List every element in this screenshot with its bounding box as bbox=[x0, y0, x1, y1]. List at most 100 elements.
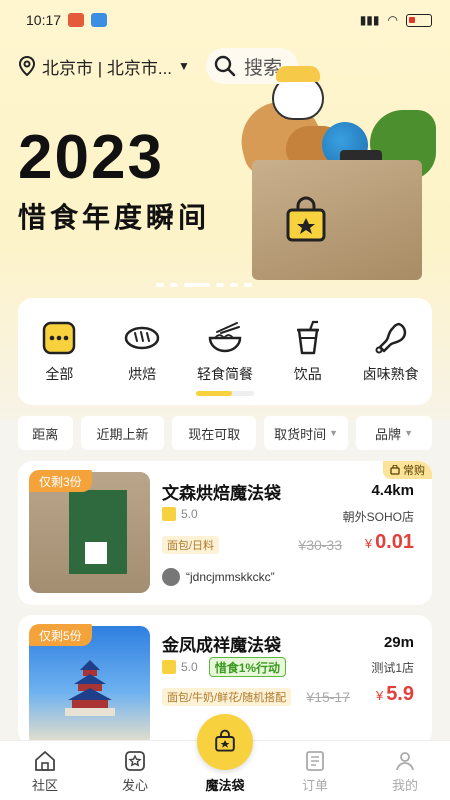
buyer-name: “jdncjmmskkckc” bbox=[186, 570, 275, 584]
banner-pagination bbox=[156, 283, 252, 287]
tab-label: 发心 bbox=[121, 778, 148, 793]
category-label: 全部 bbox=[45, 366, 74, 382]
category-braised[interactable]: 卤味熟食 bbox=[351, 320, 431, 384]
location-label: 北京市 | 北京市... bbox=[42, 58, 173, 78]
mascot-hat bbox=[276, 66, 320, 82]
category-drinks[interactable]: 饮品 bbox=[268, 320, 348, 384]
category-light-meal[interactable]: 轻食简餐 bbox=[185, 320, 265, 384]
battery-icon bbox=[406, 13, 432, 27]
regular-purchase-badge: 常购 bbox=[383, 461, 432, 479]
pagination-dot bbox=[216, 283, 224, 287]
filter-label: 距离 bbox=[32, 426, 59, 442]
tab-orders[interactable]: 订单 bbox=[280, 749, 350, 794]
chevron-down-icon: ▼ bbox=[178, 59, 190, 73]
filter-brand[interactable]: 品牌 ▼ bbox=[356, 416, 433, 450]
filter-available-now[interactable]: 现在可取 bbox=[172, 416, 257, 450]
bowl-icon bbox=[208, 322, 242, 353]
regular-purchase-label: 常购 bbox=[403, 465, 425, 477]
listing-distance: 29m bbox=[383, 634, 414, 651]
pagination-dot-active bbox=[184, 283, 210, 287]
listing-distance: 4.4km bbox=[371, 482, 414, 499]
price-value: 5.9 bbox=[386, 683, 414, 705]
rating-star-icon bbox=[162, 507, 176, 521]
listing-name: 文森烘焙魔法袋 bbox=[162, 484, 281, 503]
pagination-dot bbox=[244, 283, 252, 287]
listing-store: 测试1店 bbox=[371, 661, 414, 675]
wifi-icon: ◠ bbox=[387, 13, 398, 27]
chevron-down-icon: ▼ bbox=[329, 428, 339, 438]
listing-tag: 面包/日料 bbox=[162, 536, 220, 554]
original-price: ¥15-17 bbox=[306, 689, 350, 705]
price-currency: ¥ bbox=[364, 536, 373, 551]
home-icon bbox=[35, 751, 55, 771]
stock-badge: 仅剩3份 bbox=[29, 470, 92, 492]
rating-value: 5.0 bbox=[181, 507, 198, 521]
magic-bag-logo-icon bbox=[286, 196, 326, 242]
listing-store: 朝外SOHO店 bbox=[342, 510, 414, 524]
filter-label: 现在可取 bbox=[188, 426, 241, 442]
filter-label: 近期上新 bbox=[96, 426, 149, 442]
listing-tag: 面包/牛奶/鲜花/随机搭配 bbox=[162, 688, 292, 706]
magic-bag-illustration[interactable] bbox=[252, 160, 422, 280]
bottom-tab-bar: 社区 发心 魔法袋 订单 我的 bbox=[0, 714, 450, 800]
banner-title[interactable]: 2023 bbox=[18, 122, 164, 193]
promo-badge: 惜食1%行动 bbox=[208, 657, 287, 677]
listing-tags: 面包/日料 bbox=[162, 536, 220, 554]
status-bar: 10:17 ▮▮▮ ◠ bbox=[0, 0, 450, 40]
search-icon bbox=[214, 55, 236, 77]
tab-mine[interactable]: 我的 bbox=[370, 749, 440, 794]
rating-star-icon bbox=[162, 660, 176, 674]
magic-bag-button[interactable] bbox=[197, 714, 253, 770]
tab-label: 我的 bbox=[391, 778, 418, 793]
listing-tags: 面包/牛奶/鲜花/随机搭配 bbox=[162, 688, 292, 706]
filter-label: 取货时间 bbox=[274, 426, 327, 442]
status-time: 10:17 bbox=[26, 12, 62, 28]
filter-label: 品牌 bbox=[375, 426, 402, 442]
listing-price: ¥5.9 bbox=[376, 683, 414, 706]
category-panel: 全部 烘焙 轻食简餐 饮品 卤味熟食 bbox=[18, 298, 432, 405]
listing-name: 金凤成祥魔法袋 bbox=[162, 636, 281, 655]
category-label: 卤味熟食 bbox=[362, 366, 419, 382]
listing-rating: 5.0 bbox=[162, 507, 198, 521]
list-icon bbox=[306, 751, 324, 771]
bag-icon bbox=[390, 465, 400, 475]
category-bakery[interactable]: 烘焙 bbox=[102, 320, 182, 384]
listing-rating: 5.0 惜食1%行动 bbox=[162, 657, 287, 677]
location-pin-icon bbox=[18, 56, 36, 76]
tab-community[interactable]: 社区 bbox=[10, 749, 80, 794]
category-label: 轻食简餐 bbox=[196, 366, 253, 382]
drumstick-icon bbox=[375, 322, 406, 354]
rating-value: 5.0 bbox=[181, 660, 198, 674]
category-scroll-indicator bbox=[196, 391, 254, 396]
qr-code bbox=[85, 542, 107, 564]
chevron-down-icon: ▼ bbox=[404, 428, 413, 438]
pagination-dot bbox=[170, 283, 178, 287]
pagination-dot bbox=[230, 283, 238, 287]
banner-subtitle[interactable]: 惜食年度瞬间 bbox=[18, 196, 210, 236]
temple-image bbox=[65, 660, 115, 716]
notification-app-icon bbox=[68, 13, 85, 27]
magic-bag-icon bbox=[215, 729, 235, 752]
stock-badge: 仅剩5份 bbox=[29, 624, 92, 646]
recent-buyer: “jdncjmmskkckc” bbox=[162, 568, 275, 586]
location-selector[interactable]: 北京市 | 北京市... ▼ bbox=[18, 54, 190, 79]
filter-pickup-time[interactable]: 取货时间 ▼ bbox=[264, 416, 349, 450]
price-currency: ¥ bbox=[375, 688, 384, 703]
user-icon bbox=[396, 752, 414, 771]
tab-label: 社区 bbox=[31, 778, 58, 793]
category-label: 烘焙 bbox=[128, 366, 157, 382]
listing-card[interactable]: 仅剩3份 常购 文森烘焙魔法袋 4.4km 5.0 朝外SOHO店 面包/日料 … bbox=[18, 461, 432, 605]
tab-label: 魔法袋 bbox=[205, 778, 245, 793]
tab-heart[interactable]: 发心 bbox=[100, 749, 170, 794]
tab-label: 订单 bbox=[301, 778, 328, 793]
tab-magic-bag[interactable]: 魔法袋 bbox=[190, 714, 260, 794]
category-label: 饮品 bbox=[293, 366, 322, 382]
price-value: 0.01 bbox=[375, 531, 414, 553]
top-header: 北京市 | 北京市... ▼ 搜索 bbox=[18, 48, 432, 84]
category-all[interactable]: 全部 bbox=[19, 320, 99, 384]
all-icon bbox=[43, 321, 76, 355]
filter-new-arrivals[interactable]: 近期上新 bbox=[80, 416, 165, 450]
filter-distance[interactable]: 距离 bbox=[18, 416, 73, 450]
star-badge-icon bbox=[125, 751, 145, 771]
original-price: ¥30-33 bbox=[298, 537, 342, 553]
